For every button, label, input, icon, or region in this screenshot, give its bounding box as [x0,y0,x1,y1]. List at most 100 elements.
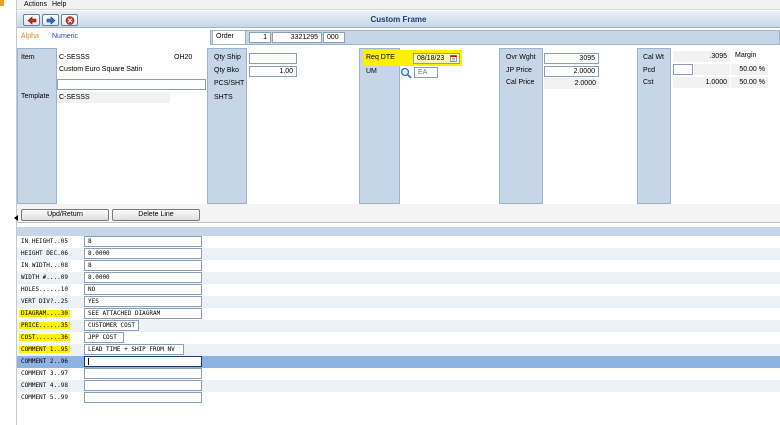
cst-label: Cst [643,79,654,86]
spec-row[interactable]: COMMENT 3..97 [17,368,780,380]
close-button[interactable] [61,14,78,26]
spec-label: DIAGRAM....30 [19,310,70,317]
req-date-field[interactable]: 08/18/23 [413,53,460,64]
cst-field: 1.0000 [673,77,730,88]
spec-label: COST.......36 [19,334,70,341]
pcd-label: Pcd [643,67,656,74]
um-field[interactable]: EA [414,67,438,78]
pcd-margin-field: 50.00 % [731,64,768,75]
qty-bko-label: Qty Bko [214,67,239,74]
spec-value[interactable]: 8.0000 [84,272,202,283]
qty-ship-label: Qty Ship [214,54,241,61]
text-cursor [88,358,89,365]
spec-value[interactable]: 8 [84,236,202,247]
cal-wt-field: .3095 [673,51,730,62]
spec-row[interactable]: COST.......36 JPP COST [17,332,780,344]
spec-value[interactable]: NO [84,284,202,295]
arrow-left-icon [27,16,37,25]
um-label: UM [366,68,377,75]
spec-label: IN HEIGHT..05 [21,238,68,245]
upd-return-button[interactable]: Upd/Return [21,209,109,221]
spec-label: COMMENT 3..97 [21,370,68,377]
qty-ship-field[interactable] [249,53,297,64]
spec-value[interactable]: CUSTOMER COST [84,320,139,331]
um-lookup-search-icon[interactable] [400,67,412,81]
spec-value[interactable]: LEAD TIME + SHIP FROM NV [84,344,184,355]
pcs-sht-label: PCS/SHT [214,80,245,87]
pcd-readonly-field [694,64,730,75]
req-dte-label: Req DTE [366,54,395,61]
spec-label: COMMENT 4..98 [21,382,68,389]
forward-button[interactable] [42,14,59,26]
spec-row[interactable]: VERT DIV?..25 YES [17,296,780,308]
template-label: Template [21,93,50,100]
spec-label: IN WIDTH...08 [21,262,68,269]
left-gutter [0,0,17,425]
close-icon [65,16,75,25]
template-field: C-SESSS [57,92,170,103]
req-date-value: 08/18/23 [417,55,445,62]
splitter-caret-icon[interactable] [14,215,18,221]
spec-label: COMMENT 1..95 [19,346,70,353]
spec-row[interactable]: IN HEIGHT..05 8 [17,236,780,248]
spec-row[interactable]: COMMENT 5..99 [17,392,780,404]
cal-wt-label: Cal Wt [643,54,664,61]
app-marker [0,0,4,6]
spec-row[interactable]: HOLES......10 NO [17,284,780,296]
spec-value[interactable]: 8.0000 [84,248,202,259]
spec-label: HOLES......10 [21,286,68,293]
tab-alpha[interactable]: Alpha [21,33,39,40]
spec-value[interactable] [84,392,202,403]
tab-numeric[interactable]: Numeric [52,33,78,40]
cst-margin-field: 50.00 % [731,77,768,88]
spec-row[interactable]: COMMENT 4..98 [17,380,780,392]
order-line-field[interactable]: 1 [249,32,271,43]
spec-label: PRICE......35 [19,322,70,329]
spec-label: COMMENT 2..96 [21,358,68,365]
spec-label: VERT DIV?..25 [21,298,68,305]
item-extra-field[interactable] [57,79,206,90]
item-code: C-SESSS [59,54,90,61]
spec-row[interactable]: HEIGHT DEC.06 8.0000 [17,248,780,260]
view-tabs: Alpha Numeric [17,30,208,45]
item-label: Item [21,54,35,61]
spec-row[interactable]: IN WIDTH...08 8 [17,260,780,272]
spec-row-selected[interactable]: COMMENT 2..96 [17,356,780,368]
grid-header-band [17,227,780,236]
spec-label: HEIGHT DEC.06 [21,250,68,257]
spec-grid: IN HEIGHT..05 8 HEIGHT DEC.06 8.0000 IN … [17,236,780,425]
window-title: Custom Frame [370,15,427,24]
jp-price-field[interactable]: 2.0000 [544,66,599,77]
ovr-wght-field[interactable]: 3095 [544,53,599,64]
margin-label: Margin [735,52,757,59]
spec-value[interactable]: SEE ATTACHED DIAGRAM [84,308,202,319]
menu-actions[interactable]: Actions [24,1,47,8]
jp-price-label: JP Price [506,67,532,74]
spec-row[interactable]: WIDTH #....09 8.0000 [17,272,780,284]
spec-value[interactable]: JPP COST [84,332,124,343]
arrow-right-icon [46,16,56,25]
calendar-icon[interactable] [450,54,457,63]
order-number-field[interactable]: 3321295 [272,32,322,43]
qty-bko-field[interactable]: 1.00 [249,66,297,77]
item-description: Custom Euro Square Satin [59,66,143,73]
cal-price-field: 2.0000 [544,78,599,89]
spec-label: COMMENT 5..99 [21,394,68,401]
pcd-field[interactable] [673,64,693,75]
spec-value[interactable] [84,356,202,367]
order-suffix-field[interactable]: 000 [323,32,345,43]
spec-value[interactable]: 8 [84,260,202,271]
order-label: Order [216,33,234,40]
spec-value[interactable]: YES [84,296,202,307]
delete-line-button[interactable]: Delete Line [112,209,200,221]
spec-row[interactable]: COMMENT 1..95 LEAD TIME + SHIP FROM NV [17,344,780,356]
spec-row[interactable]: PRICE......35 CUSTOMER COST [17,320,780,332]
shts-label: SHTS [214,94,233,101]
menu-bar: Actions Help [17,0,780,10]
spec-label: WIDTH #....09 [21,274,68,281]
back-button[interactable] [23,14,40,26]
spec-value[interactable] [84,380,202,391]
spec-value[interactable] [84,368,202,379]
menu-help[interactable]: Help [52,1,66,8]
spec-row[interactable]: DIAGRAM....30 SEE ATTACHED DIAGRAM [17,308,780,320]
